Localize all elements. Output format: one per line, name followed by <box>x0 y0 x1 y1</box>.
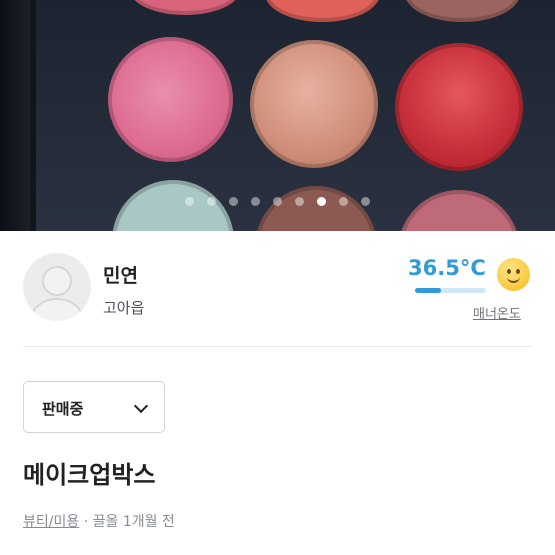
carousel-page-indicator <box>0 197 555 206</box>
sale-status-label: 판매중 <box>42 400 84 418</box>
meta-separator: · <box>83 514 89 530</box>
carousel-dot[interactable] <box>251 197 260 206</box>
product-photo-carousel[interactable] <box>0 0 555 231</box>
seller-avatar[interactable] <box>23 253 91 321</box>
carousel-dot[interactable] <box>185 197 194 206</box>
avatar-placeholder-body <box>31 298 83 321</box>
divider <box>23 346 532 347</box>
sale-status-dropdown[interactable]: 판매중 <box>23 381 165 433</box>
smiley-mouth <box>507 276 520 283</box>
seller-name[interactable]: 민연 <box>103 261 138 288</box>
carousel-dot-active[interactable] <box>317 197 326 206</box>
carousel-dot[interactable] <box>229 197 238 206</box>
carousel-dot[interactable] <box>339 197 348 206</box>
manner-temperature-bar <box>415 288 486 293</box>
manner-temperature-link[interactable]: 매너온도 <box>473 303 521 322</box>
manner-temperature-fill <box>415 288 441 293</box>
makeup-pan <box>255 186 377 231</box>
category-link[interactable]: 뷰티/미용 <box>23 514 79 530</box>
carousel-dot[interactable] <box>207 197 216 206</box>
chevron-down-icon <box>133 398 149 414</box>
smiley-eye <box>516 269 520 274</box>
carousel-dot[interactable] <box>295 197 304 206</box>
smiley-eye <box>507 269 511 274</box>
makeup-pan <box>108 37 233 162</box>
carousel-dot[interactable] <box>273 197 282 206</box>
makeup-pan <box>395 43 523 171</box>
makeup-pan <box>250 40 378 168</box>
bump-time: 끌올 1개월 전 <box>92 514 175 530</box>
makeup-pan <box>265 0 380 22</box>
makeup-pan <box>130 0 240 15</box>
post-meta: 뷰티/미용 · 끌올 1개월 전 <box>23 511 175 531</box>
seller-region: 고아읍 <box>103 299 145 317</box>
smiley-face-icon <box>497 258 530 291</box>
makeup-pan <box>405 0 520 22</box>
avatar-placeholder-head <box>42 266 72 296</box>
post-title: 메이크업박스 <box>23 461 156 489</box>
manner-temperature: 36.5°C <box>408 256 486 280</box>
carousel-dot[interactable] <box>361 197 370 206</box>
